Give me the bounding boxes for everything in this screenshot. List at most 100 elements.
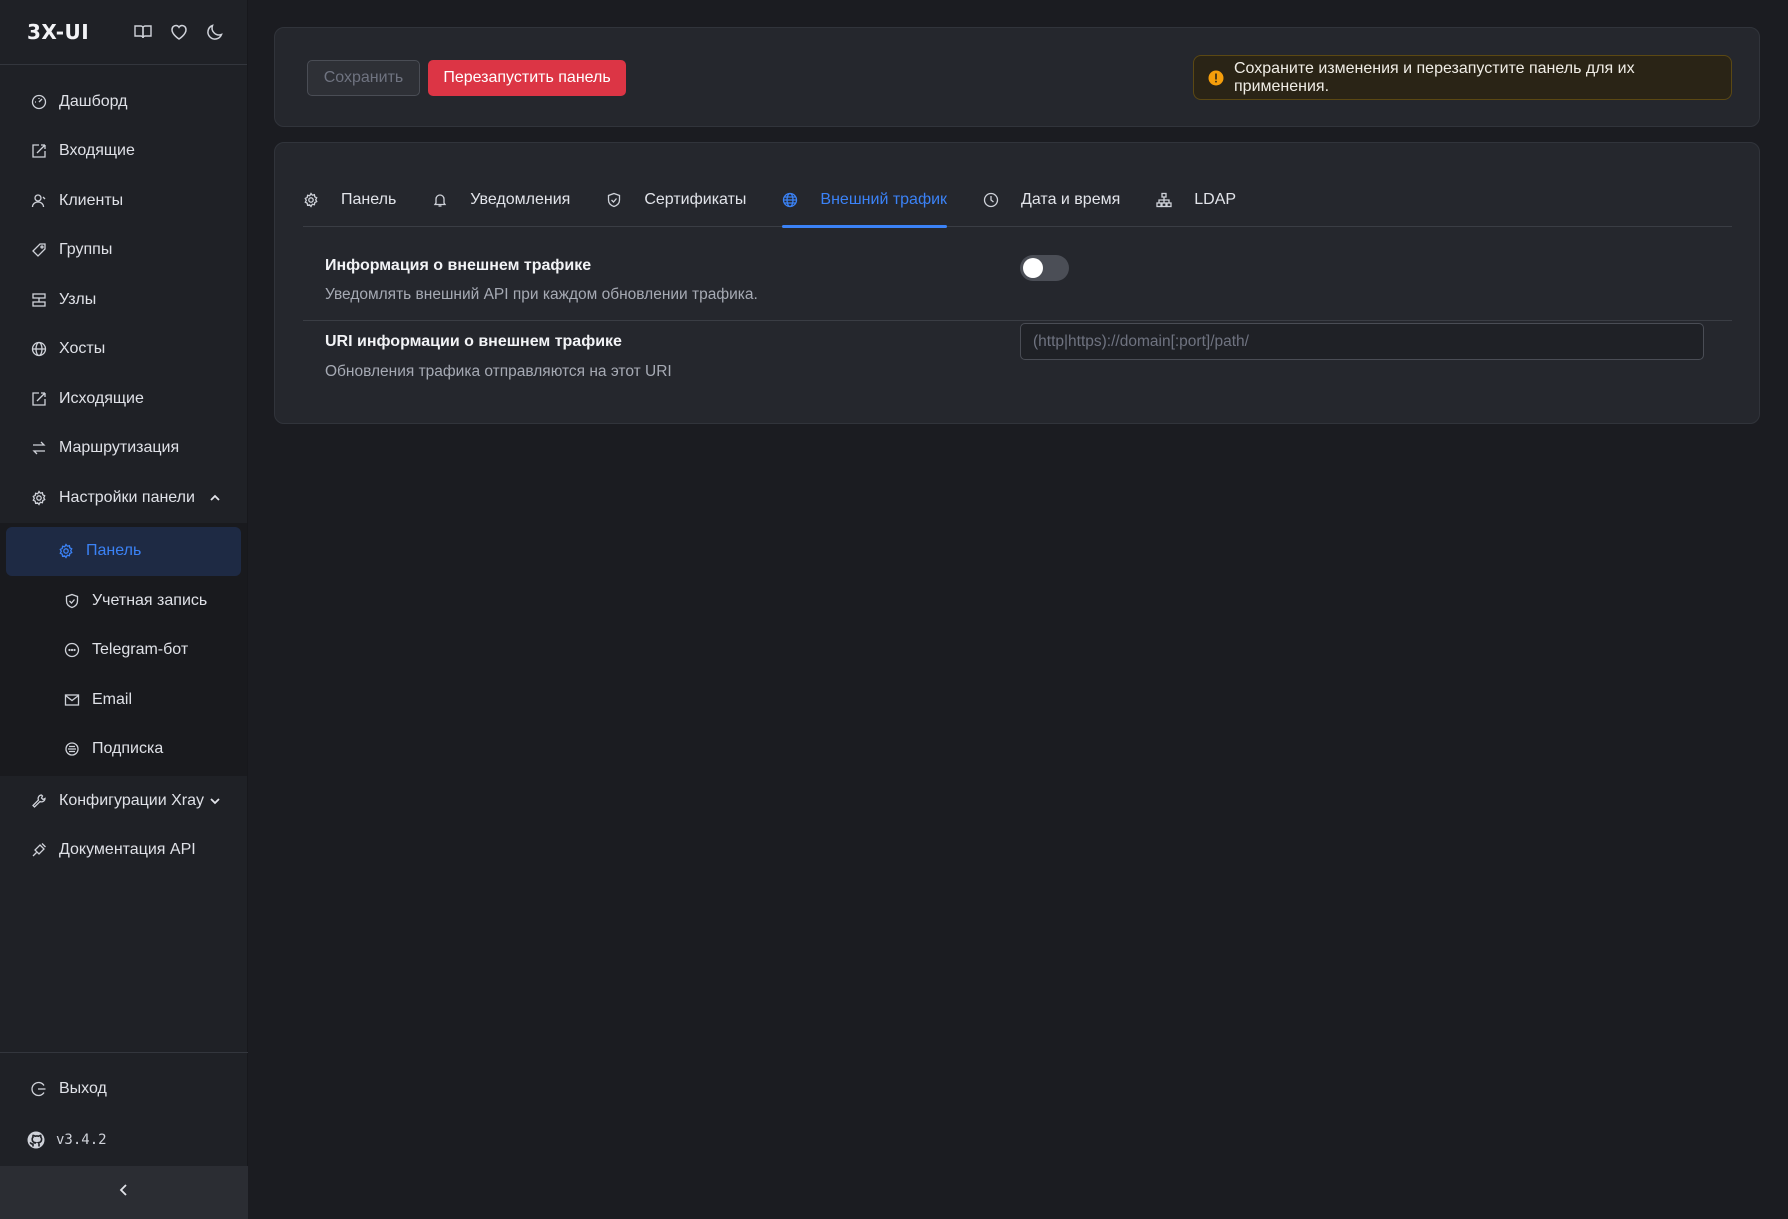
setting-title: Информация о внешнем трафике <box>325 257 592 274</box>
heart-icon[interactable] <box>169 22 189 42</box>
tab-label: LDAP <box>1194 191 1237 208</box>
clock-icon <box>983 192 999 208</box>
external-traffic-uri-input[interactable] <box>1020 323 1704 360</box>
sidebar-item-label: Конфигурации Xray <box>59 791 204 809</box>
sidebar-subitem-account[interactable]: Учетная запись <box>6 576 241 626</box>
sidebar-item-label: Учетная запись <box>92 591 208 609</box>
mail-icon <box>64 692 80 708</box>
bell-icon <box>432 192 448 208</box>
sidebar-item-api-docs[interactable]: Документация API <box>0 826 247 876</box>
warning-icon <box>1208 70 1224 86</box>
book-icon[interactable] <box>133 22 153 42</box>
tab-label: Внешний трафик <box>820 191 948 208</box>
gear-icon <box>58 543 74 559</box>
tab-certificates[interactable]: Сертификаты <box>606 173 746 227</box>
save-button[interactable]: Сохранить <box>307 60 420 96</box>
logout-icon <box>31 1081 47 1097</box>
moon-icon[interactable] <box>205 22 225 42</box>
sidebar-item-panel-settings[interactable]: Настройки панели <box>0 473 247 523</box>
inbound-icon <box>31 143 47 159</box>
sidebar-subitem-email[interactable]: Email <box>6 675 241 725</box>
sidebar-footer: Выход v3.4.2 <box>0 1051 248 1167</box>
sidebar-item-label: Узлы <box>59 290 97 308</box>
tab-datetime[interactable]: Дата и время <box>983 173 1120 227</box>
clients-icon <box>31 193 47 209</box>
tab-external-traffic[interactable]: Внешний трафик <box>782 173 948 228</box>
dashboard-icon <box>31 94 47 110</box>
sidebar-item-routing[interactable]: Маршрутизация <box>0 424 247 474</box>
sidebar-item-label: Email <box>92 690 133 708</box>
github-icon <box>26 1130 46 1150</box>
sidebar-item-xray-config[interactable]: Конфигурации Xray <box>0 776 247 826</box>
panel-settings-submenu: Панель Учетная запись Telegram-бот Email… <box>0 522 247 776</box>
globe-icon <box>31 341 47 357</box>
sidebar-collapse-button[interactable] <box>0 1166 248 1219</box>
tab-panel[interactable]: Панель <box>303 173 396 227</box>
sidebar-item-label: Входящие <box>59 142 135 160</box>
sidebar-item-label: Клиенты <box>59 191 124 209</box>
sidebar-item-label: Исходящие <box>59 389 144 407</box>
setting-description: Обновления трафика отправляются на этот … <box>325 363 672 380</box>
toggle-knob <box>1023 258 1043 278</box>
sidebar-item-label: Группы <box>59 241 113 259</box>
sidebar-subitem-panel[interactable]: Панель <box>6 526 241 576</box>
version-link[interactable]: v3.4.2 <box>0 1114 248 1166</box>
api-icon <box>31 842 47 858</box>
tab-notifications[interactable]: Уведомления <box>432 173 570 227</box>
sidebar-item-nodes[interactable]: Узлы <box>0 275 247 325</box>
outbound-icon <box>31 391 47 407</box>
external-traffic-uri-row: URI информации о внешнем трафике Обновле… <box>303 321 1732 401</box>
sidebar-item-label: Панель <box>86 542 142 560</box>
sidebar-item-label: Документация API <box>59 841 196 859</box>
external-traffic-toggle[interactable] <box>1020 255 1069 281</box>
tab-label: Панель <box>341 191 397 208</box>
subscription-icon <box>64 741 80 757</box>
nodes-icon <box>31 292 47 308</box>
sidebar-item-groups[interactable]: Группы <box>0 226 247 276</box>
restart-warning-alert: Сохраните изменения и перезапустите пане… <box>1193 55 1732 100</box>
sidebar-item-label: Telegram-бот <box>92 641 189 659</box>
chevron-down-icon[interactable] <box>209 795 221 807</box>
gear-icon <box>31 490 47 506</box>
sidebar-subitem-subscription[interactable]: Подписка <box>6 725 241 775</box>
version-label: v3.4.2 <box>56 1132 107 1148</box>
sidebar-subitem-telegram[interactable]: Telegram-бот <box>6 626 241 676</box>
shield-icon <box>64 593 80 609</box>
toolbar-card: Сохранить Перезапустить панель Сохраните… <box>274 27 1760 127</box>
external-traffic-row: Информация о внешнем трафике Уведомлять … <box>303 241 1732 321</box>
chat-icon <box>64 642 80 658</box>
sidebar-item-dashboard[interactable]: Дашборд <box>0 77 247 127</box>
brand-title: 3X-UI <box>27 20 90 44</box>
shield-icon <box>606 192 622 208</box>
chevron-left-icon <box>117 1183 131 1202</box>
setting-title: URI информации о внешнем трафике <box>325 333 622 350</box>
sidebar-item-label: Выход <box>59 1080 107 1098</box>
sidebar-item-label: Маршрутизация <box>59 439 180 457</box>
tab-label: Дата и время <box>1021 191 1121 208</box>
tab-ldap[interactable]: LDAP <box>1156 173 1236 227</box>
sidebar: 3X-UI Дашборд Входящие Клиенты Группы Уз… <box>0 0 248 1219</box>
sidebar-item-label: Хосты <box>59 340 106 358</box>
brand-row: 3X-UI <box>0 0 247 65</box>
sidebar-item-hosts[interactable]: Хосты <box>0 325 247 375</box>
sidebar-item-label: Настройки панели <box>59 488 195 506</box>
tool-icon <box>31 793 47 809</box>
routing-icon <box>31 440 47 456</box>
tag-icon <box>31 242 47 258</box>
sidebar-item-clients[interactable]: Клиенты <box>0 176 247 226</box>
sitemap-icon <box>1156 192 1172 208</box>
settings-card: Панель Уведомления Сертификаты Внешний т… <box>274 142 1760 424</box>
globe-icon <box>782 192 798 208</box>
sidebar-item-outbounds[interactable]: Исходящие <box>0 374 247 424</box>
sidebar-item-logout[interactable]: Выход <box>0 1065 248 1115</box>
tab-label: Уведомления <box>470 191 571 208</box>
chevron-up-icon[interactable] <box>209 492 221 504</box>
gear-icon <box>303 192 319 208</box>
settings-tabs: Панель Уведомления Сертификаты Внешний т… <box>303 173 1732 228</box>
setting-description: Уведомлять внешний API при каждом обновл… <box>325 286 758 303</box>
restart-panel-button[interactable]: Перезапустить панель <box>428 60 626 96</box>
sidebar-item-inbounds[interactable]: Входящие <box>0 127 247 177</box>
alert-text: Сохраните изменения и перезапустите пане… <box>1234 59 1635 95</box>
sidebar-item-label: Дашборд <box>59 92 128 110</box>
sidebar-item-label: Подписка <box>92 740 164 758</box>
